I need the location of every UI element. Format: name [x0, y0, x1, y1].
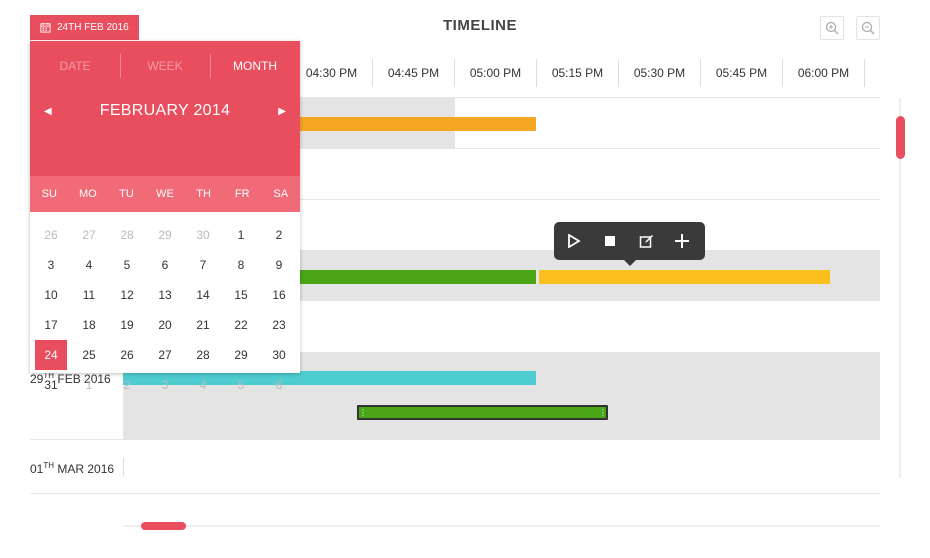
page-title: TIMELINE [443, 17, 517, 34]
time-slot: 05:30 PM [619, 59, 701, 87]
weekday-label: TU [119, 188, 134, 200]
play-icon [568, 234, 581, 248]
zoom-out-icon [861, 21, 875, 35]
play-button[interactable] [564, 231, 584, 251]
calendar-day[interactable]: 14 [184, 280, 222, 310]
calendar-day[interactable]: 7 [184, 250, 222, 280]
weekday-label: TH [196, 188, 211, 200]
calendar-day[interactable]: 30 [184, 220, 222, 250]
calendar-day[interactable]: 4 [184, 370, 222, 400]
stop-button[interactable] [600, 231, 620, 251]
calendar-day[interactable]: 18 [70, 310, 108, 340]
weekday-label: WE [156, 188, 174, 200]
time-slot: 05:45 PM [701, 59, 783, 87]
zoom-in-icon [825, 21, 839, 35]
calendar-day[interactable]: 4 [70, 250, 108, 280]
time-slot: 05:15 PM [537, 59, 619, 87]
column-divider [123, 458, 124, 476]
calendar-day[interactable]: 3 [32, 250, 70, 280]
time-axis: 04:30 PM 04:45 PM 05:00 PM 05:15 PM 05:3… [291, 59, 865, 87]
calendar-day-selected[interactable]: 24 [35, 340, 67, 370]
time-slot: 04:45 PM [373, 59, 455, 87]
calendar-day[interactable]: 8 [222, 250, 260, 280]
vertical-scroll-thumb[interactable] [896, 116, 905, 159]
calendar-day[interactable]: 27 [146, 340, 184, 370]
calendar-day[interactable]: 29 [146, 220, 184, 250]
calendar-day[interactable]: 10 [32, 280, 70, 310]
calendar-day[interactable]: 3 [146, 370, 184, 400]
plus-icon [675, 234, 689, 248]
task-bar-orange[interactable] [290, 117, 536, 131]
month-label: FEBRUARY 2014 [99, 102, 231, 119]
task-bar-selected[interactable]: ⋮ ⋮ [357, 405, 608, 420]
calendar-day[interactable]: 5 [108, 250, 146, 280]
calendar-day[interactable]: 17 [32, 310, 70, 340]
stop-icon [605, 236, 615, 246]
next-month-button[interactable]: ▶ [278, 106, 286, 117]
weekday-label: FR [234, 188, 250, 200]
calendar-day[interactable]: 28 [184, 340, 222, 370]
calendar-day[interactable]: 20 [146, 310, 184, 340]
calendar-day[interactable]: 28 [108, 220, 146, 250]
tab-date[interactable]: DATE [30, 59, 120, 73]
prev-month-button[interactable]: ◀ [44, 106, 52, 117]
calendar-day[interactable]: 29 [222, 340, 260, 370]
calendar-day[interactable]: 27 [70, 220, 108, 250]
calendar-day[interactable]: 1 [70, 370, 108, 400]
calendar-day[interactable]: 6 [260, 370, 298, 400]
calendar-day[interactable]: 6 [146, 250, 184, 280]
calendar-day[interactable]: 26 [32, 220, 70, 250]
calendar-day[interactable]: 2 [260, 220, 298, 250]
time-slot: 05:00 PM [455, 59, 537, 87]
calendar-day[interactable]: 26 [108, 340, 146, 370]
calendar-day[interactable]: 13 [146, 280, 184, 310]
horizontal-scroll-thumb[interactable] [141, 522, 186, 530]
calendar-view-tabs: DATE WEEK MONTH [30, 41, 300, 91]
calendar-grid: 26 27 28 29 30 1 2 3 4 5 6 7 8 9 10 11 12 13 14 15 16 17 18 19 2… [30, 220, 300, 400]
add-button[interactable] [672, 231, 692, 251]
row-divider [30, 439, 880, 440]
horizontal-scroll-track[interactable] [123, 525, 880, 527]
calendar-day[interactable]: 22 [222, 310, 260, 340]
edit-button[interactable] [636, 231, 656, 251]
resize-handle-right[interactable]: ⋮ [599, 408, 607, 417]
tab-month[interactable]: MONTH [210, 54, 300, 78]
row-label: 01TH MAR 2016 [30, 461, 115, 476]
calendar-day[interactable]: 12 [108, 280, 146, 310]
calendar-day[interactable]: 25 [70, 340, 108, 370]
calendar-day[interactable]: 31 [32, 370, 70, 400]
calendar-day[interactable]: 1 [222, 220, 260, 250]
calendar-day[interactable]: 15 [222, 280, 260, 310]
weekday-label: MO [79, 188, 97, 200]
calendar-day[interactable]: 2 [108, 370, 146, 400]
zoom-in-button[interactable] [820, 16, 844, 40]
calendar-day[interactable]: 5 [222, 370, 260, 400]
edit-icon [639, 234, 653, 248]
calendar-day[interactable]: 11 [70, 280, 108, 310]
calendar-day[interactable]: 21 [184, 310, 222, 340]
weekday-label: SU [41, 188, 57, 200]
time-slot: 04:30 PM [291, 59, 373, 87]
task-action-toolbar [554, 222, 705, 266]
calendar-day[interactable]: 23 [260, 310, 298, 340]
calendar-day[interactable]: 30 [260, 340, 298, 370]
task-bar-yellow[interactable] [539, 270, 830, 284]
tab-week[interactable]: WEEK [120, 54, 210, 78]
calendar-dropdown: DATE WEEK MONTH ◀ FEBRUARY 2014 ▶ SU MO TU… [30, 41, 300, 392]
zoom-out-button[interactable] [856, 16, 880, 40]
row-divider [30, 493, 880, 494]
calendar-day[interactable]: 16 [260, 280, 298, 310]
time-slot: 06:00 PM [783, 59, 865, 87]
calendar-day[interactable]: 9 [260, 250, 298, 280]
task-bar-green[interactable] [290, 270, 536, 284]
resize-handle-left[interactable]: ⋮ [359, 408, 367, 417]
weekday-header: SU MO TU WE TH FR SA [30, 176, 300, 212]
weekday-label: SA [273, 188, 289, 200]
calendar-day[interactable]: 19 [108, 310, 146, 340]
